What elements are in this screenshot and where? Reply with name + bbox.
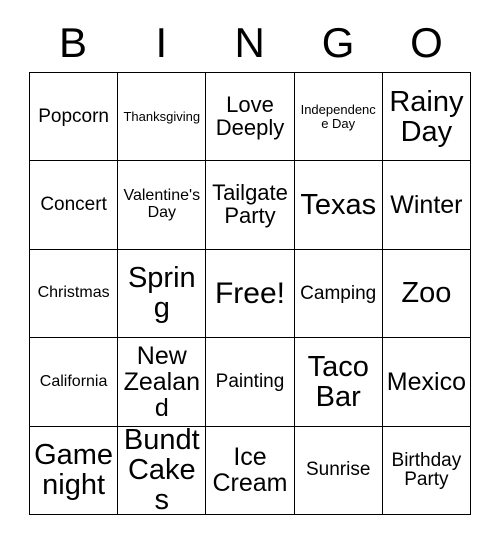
bingo-cell-label: Game night — [34, 439, 114, 502]
bingo-cell-label: Christmas — [37, 284, 110, 302]
bingo-cell-label: Painting — [215, 371, 285, 393]
header-letter-i: I — [155, 19, 168, 66]
bingo-cell-o3[interactable]: Zoo — [382, 249, 471, 339]
bingo-cell-o1[interactable]: Rainy Day — [382, 73, 471, 162]
bingo-cell-label: Popcorn — [38, 105, 109, 127]
bingo-cell-i4[interactable]: New Zealand — [118, 338, 207, 427]
bingo-cell-o2[interactable]: Winter — [382, 161, 471, 250]
bingo-cell-label: Rainy Day — [389, 85, 464, 148]
bingo-cell-label: New Zealand — [123, 341, 201, 422]
bingo-cell-label: Zoo — [401, 277, 452, 310]
bingo-cell-label: Camping — [300, 282, 377, 304]
bingo-cell-label: Mexico — [386, 367, 466, 396]
bingo-cell-label: Ice Cream — [212, 443, 288, 498]
bingo-grid: Popcorn Thanksgiving Love Deeply Indepen… — [29, 72, 471, 515]
bingo-cell-i3[interactable]: Spring — [118, 249, 207, 339]
bingo-cell-label: Thanksgiving — [123, 108, 201, 124]
bingo-cell-label: Taco Bar — [307, 350, 369, 413]
bingo-cell-label: Spring — [127, 262, 196, 325]
bingo-cell-b3[interactable]: Christmas — [30, 249, 119, 339]
bingo-cell-n2[interactable]: Tailgate Party — [206, 161, 295, 250]
bingo-cell-label: Birthday Party — [391, 449, 462, 491]
bingo-cell-label: Concert — [40, 194, 107, 216]
bingo-header-row: B I N G O — [29, 14, 471, 72]
bingo-cell-b5[interactable]: Game night — [30, 426, 119, 515]
bingo-cell-n5[interactable]: Ice Cream — [206, 426, 295, 515]
bingo-cell-label: California — [39, 372, 108, 390]
bingo-cell-b2[interactable]: Concert — [30, 161, 119, 250]
bingo-cell-label: Texas — [300, 189, 377, 222]
bingo-cell-label: Bundt Cakes — [123, 426, 200, 515]
bingo-cell-i5[interactable]: Bundt Cakes — [118, 426, 207, 515]
header-letter-o: O — [410, 19, 444, 66]
bingo-cell-i2[interactable]: Valentine's Day — [118, 161, 207, 250]
bingo-cell-label: Winter — [390, 191, 463, 220]
bingo-cell-b4[interactable]: California — [30, 338, 119, 427]
bingo-cell-o5[interactable]: Birthday Party — [382, 426, 471, 515]
bingo-cell-n4[interactable]: Painting — [206, 338, 295, 427]
bingo-cell-b1[interactable]: Popcorn — [30, 73, 119, 162]
bingo-cell-label: Free! — [214, 276, 285, 310]
bingo-cell-g4[interactable]: Taco Bar — [294, 338, 383, 427]
bingo-cell-label: Independence Day — [300, 102, 376, 131]
bingo-cell-g5[interactable]: Sunrise — [294, 426, 383, 515]
bingo-card: B I N G O Popcorn Thanksgiving Love Deep… — [29, 14, 471, 515]
header-letter-n: N — [234, 19, 266, 66]
bingo-cell-g3[interactable]: Camping — [294, 249, 383, 339]
bingo-cell-label: Sunrise — [305, 459, 371, 481]
bingo-cell-free-space[interactable]: Free! — [206, 249, 295, 339]
bingo-cell-i1[interactable]: Thanksgiving — [118, 73, 207, 162]
bingo-cell-g2[interactable]: Texas — [294, 161, 383, 250]
bingo-cell-label: Tailgate Party — [212, 180, 288, 229]
bingo-cell-o4[interactable]: Mexico — [382, 338, 471, 427]
bingo-cell-g1[interactable]: Independence Day — [294, 73, 383, 162]
bingo-cell-label: Love Deeply — [215, 91, 285, 140]
header-letter-b: B — [58, 19, 88, 66]
bingo-cell-n1[interactable]: Love Deeply — [206, 73, 295, 162]
bingo-cell-label: Valentine's Day — [123, 187, 201, 222]
header-letter-g: G — [321, 19, 355, 66]
